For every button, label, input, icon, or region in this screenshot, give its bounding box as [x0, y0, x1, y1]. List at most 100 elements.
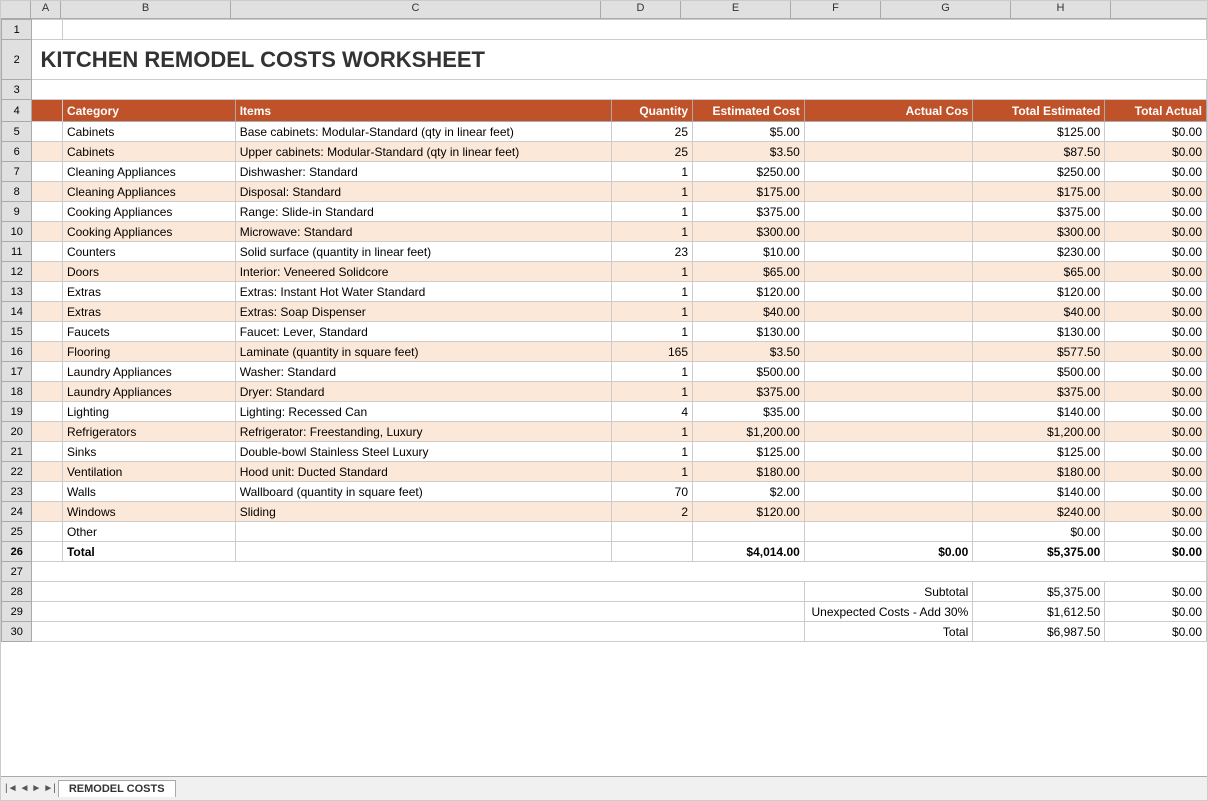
tab-nav-next[interactable]: ► — [31, 783, 41, 794]
cell-actual-17[interactable] — [804, 362, 972, 382]
cell-actual-23[interactable] — [804, 482, 972, 502]
cell-total-actual-19[interactable]: $0.00 — [1105, 402, 1207, 422]
cell-total-est-16[interactable]: $577.50 — [973, 342, 1105, 362]
cell-total-est-11[interactable]: $230.00 — [973, 242, 1105, 262]
cell-total-actual-10[interactable]: $0.00 — [1105, 222, 1207, 242]
cell-items-25[interactable] — [235, 522, 611, 542]
cell-items-6[interactable]: Upper cabinets: Modular-Standard (qty in… — [235, 142, 611, 162]
cell-total-est-24[interactable]: $240.00 — [973, 502, 1105, 522]
cell-items-12[interactable]: Interior: Veneered Solidcore — [235, 262, 611, 282]
cell-total-est-7[interactable]: $250.00 — [973, 162, 1105, 182]
cell-items-16[interactable]: Laminate (quantity in square feet) — [235, 342, 611, 362]
cell-total-est-23[interactable]: $140.00 — [973, 482, 1105, 502]
cell-qty-19[interactable]: 4 — [611, 402, 692, 422]
cell-items-20[interactable]: Refrigerator: Freestanding, Luxury — [235, 422, 611, 442]
cell-items-15[interactable]: Faucet: Lever, Standard — [235, 322, 611, 342]
cell-actual-20[interactable] — [804, 422, 972, 442]
cell-qty-25[interactable] — [611, 522, 692, 542]
cell-category-16[interactable]: Flooring — [62, 342, 235, 362]
cell-qty-11[interactable]: 23 — [611, 242, 692, 262]
cell-qty-22[interactable]: 1 — [611, 462, 692, 482]
cell-actual-25[interactable] — [804, 522, 972, 542]
cell-est-18[interactable]: $375.00 — [693, 382, 805, 402]
cell-qty-5[interactable]: 25 — [611, 122, 692, 142]
cell-items-21[interactable]: Double-bowl Stainless Steel Luxury — [235, 442, 611, 462]
cell-total-est-21[interactable]: $125.00 — [973, 442, 1105, 462]
cell-actual-14[interactable] — [804, 302, 972, 322]
cell-actual-18[interactable] — [804, 382, 972, 402]
cell-est-24[interactable]: $120.00 — [693, 502, 805, 522]
cell-actual-21[interactable] — [804, 442, 972, 462]
cell-items-18[interactable]: Dryer: Standard — [235, 382, 611, 402]
cell-est-14[interactable]: $40.00 — [693, 302, 805, 322]
cell-est-11[interactable]: $10.00 — [693, 242, 805, 262]
cell-category-6[interactable]: Cabinets — [62, 142, 235, 162]
cell-total-est-13[interactable]: $120.00 — [973, 282, 1105, 302]
cell-qty-16[interactable]: 165 — [611, 342, 692, 362]
cell-items-19[interactable]: Lighting: Recessed Can — [235, 402, 611, 422]
cell-items-5[interactable]: Base cabinets: Modular-Standard (qty in … — [235, 122, 611, 142]
cell-total-actual-25[interactable]: $0.00 — [1105, 522, 1207, 542]
cell-est-9[interactable]: $375.00 — [693, 202, 805, 222]
cell-category-14[interactable]: Extras — [62, 302, 235, 322]
cell-total-actual-20[interactable]: $0.00 — [1105, 422, 1207, 442]
cell-category-21[interactable]: Sinks — [62, 442, 235, 462]
cell-qty-21[interactable]: 1 — [611, 442, 692, 462]
cell-category-11[interactable]: Counters — [62, 242, 235, 262]
cell-est-25[interactable] — [693, 522, 805, 542]
cell-category-24[interactable]: Windows — [62, 502, 235, 522]
cell-qty-20[interactable]: 1 — [611, 422, 692, 442]
cell-category-23[interactable]: Walls — [62, 482, 235, 502]
cell-est-10[interactable]: $300.00 — [693, 222, 805, 242]
cell-actual-11[interactable] — [804, 242, 972, 262]
cell-est-22[interactable]: $180.00 — [693, 462, 805, 482]
cell-est-6[interactable]: $3.50 — [693, 142, 805, 162]
cell-qty-8[interactable]: 1 — [611, 182, 692, 202]
tab-nav-last[interactable]: ►| — [43, 783, 56, 794]
cell-category-9[interactable]: Cooking Appliances — [62, 202, 235, 222]
sheet-tab-remodel-costs[interactable]: REMODEL COSTS — [58, 780, 176, 797]
cell-actual-13[interactable] — [804, 282, 972, 302]
cell-total-actual-22[interactable]: $0.00 — [1105, 462, 1207, 482]
cell-total-est-14[interactable]: $40.00 — [973, 302, 1105, 322]
cell-category-5[interactable]: Cabinets — [62, 122, 235, 142]
cell-total-actual-13[interactable]: $0.00 — [1105, 282, 1207, 302]
cell-category-19[interactable]: Lighting — [62, 402, 235, 422]
cell-total-actual-8[interactable]: $0.00 — [1105, 182, 1207, 202]
cell-items-17[interactable]: Washer: Standard — [235, 362, 611, 382]
cell-items-10[interactable]: Microwave: Standard — [235, 222, 611, 242]
cell-total-est-5[interactable]: $125.00 — [973, 122, 1105, 142]
cell-total-est-6[interactable]: $87.50 — [973, 142, 1105, 162]
cell-total-actual-17[interactable]: $0.00 — [1105, 362, 1207, 382]
cell-items-23[interactable]: Wallboard (quantity in square feet) — [235, 482, 611, 502]
cell-category-13[interactable]: Extras — [62, 282, 235, 302]
cell-est-13[interactable]: $120.00 — [693, 282, 805, 302]
cell-category-8[interactable]: Cleaning Appliances — [62, 182, 235, 202]
cell-total-est-10[interactable]: $300.00 — [973, 222, 1105, 242]
cell-items-14[interactable]: Extras: Soap Dispenser — [235, 302, 611, 322]
cell-qty-7[interactable]: 1 — [611, 162, 692, 182]
cell-total-actual-21[interactable]: $0.00 — [1105, 442, 1207, 462]
cell-total-actual-16[interactable]: $0.00 — [1105, 342, 1207, 362]
cell-category-12[interactable]: Doors — [62, 262, 235, 282]
cell-items-11[interactable]: Solid surface (quantity in linear feet) — [235, 242, 611, 262]
cell-category-7[interactable]: Cleaning Appliances — [62, 162, 235, 182]
cell-actual-5[interactable] — [804, 122, 972, 142]
cell-est-20[interactable]: $1,200.00 — [693, 422, 805, 442]
cell-total-est-25[interactable]: $0.00 — [973, 522, 1105, 542]
cell-total-actual-11[interactable]: $0.00 — [1105, 242, 1207, 262]
cell-items-8[interactable]: Disposal: Standard — [235, 182, 611, 202]
cell-category-25[interactable]: Other — [62, 522, 235, 542]
cell-category-10[interactable]: Cooking Appliances — [62, 222, 235, 242]
cell-items-24[interactable]: Sliding — [235, 502, 611, 522]
cell-total-actual-23[interactable]: $0.00 — [1105, 482, 1207, 502]
cell-actual-10[interactable] — [804, 222, 972, 242]
cell-qty-24[interactable]: 2 — [611, 502, 692, 522]
cell-actual-15[interactable] — [804, 322, 972, 342]
cell-qty-23[interactable]: 70 — [611, 482, 692, 502]
cell-est-19[interactable]: $35.00 — [693, 402, 805, 422]
cell-category-22[interactable]: Ventilation — [62, 462, 235, 482]
cell-total-actual-15[interactable]: $0.00 — [1105, 322, 1207, 342]
cell-total-actual-5[interactable]: $0.00 — [1105, 122, 1207, 142]
cell-total-actual-6[interactable]: $0.00 — [1105, 142, 1207, 162]
